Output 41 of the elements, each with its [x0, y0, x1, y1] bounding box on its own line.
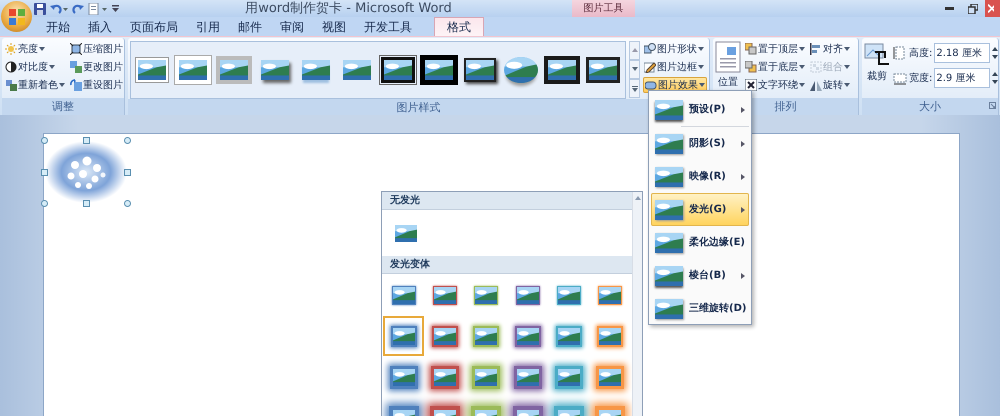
- field-label: 高度:: [909, 46, 932, 60]
- ribbon-button[interactable]: 亮度: [4, 41, 66, 57]
- ribbon-tab[interactable]: 开始: [36, 17, 80, 36]
- ribbon-tab[interactable]: 审阅: [270, 17, 314, 36]
- section-header: 发光变体: [382, 256, 632, 274]
- field-label: 宽度:: [909, 72, 932, 86]
- ribbon-tab[interactable]: 页面布局: [120, 17, 188, 36]
- ribbon-button[interactable]: 置于底层: [744, 59, 806, 75]
- ribbon-tab[interactable]: 邮件: [228, 17, 272, 36]
- group-label: 调整: [52, 100, 74, 113]
- ribbon-tab[interactable]: 开发工具: [354, 17, 422, 36]
- context-tab-label: 图片工具: [572, 0, 635, 17]
- group-label: 大小: [919, 100, 941, 113]
- section-header: 无发光: [382, 192, 632, 210]
- ribbon-button[interactable]: 更改图片: [69, 59, 124, 75]
- menu-item[interactable]: 三维旋转(D): [651, 292, 749, 325]
- ribbon-button[interactable]: 重设图片: [69, 77, 124, 93]
- window-title: 用word制作贺卡 - Microsoft Word: [244, 0, 453, 17]
- ribbon-tab[interactable]: 插入: [78, 17, 122, 36]
- ribbon-button[interactable]: 对齐: [809, 41, 856, 57]
- ribbon-button[interactable]: 图片形状: [643, 41, 707, 57]
- menu-item[interactable]: 预设(P): [651, 93, 749, 126]
- ribbon-button[interactable]: 置于顶层: [744, 41, 806, 57]
- number-field[interactable]: 2.18 厘米: [934, 43, 990, 63]
- ribbon-button[interactable]: 重新着色: [4, 77, 66, 93]
- menu-item[interactable]: 发光(G): [651, 193, 749, 226]
- menu-item[interactable]: 映像(R): [651, 160, 749, 193]
- ribbon-tab[interactable]: 格式: [434, 17, 484, 36]
- crop-button[interactable]: 裁剪: [864, 41, 890, 84]
- ribbon-button[interactable]: 图片边框: [643, 59, 707, 75]
- ribbon-button[interactable]: 对比度: [4, 59, 66, 75]
- menu-item[interactable]: 柔化边缘(E): [651, 226, 749, 259]
- ribbon-button[interactable]: 压缩图片: [69, 41, 124, 57]
- group-label: 排列: [774, 100, 796, 113]
- ribbon-tab[interactable]: 引用: [186, 17, 230, 36]
- ribbon-button[interactable]: 旋转: [809, 77, 856, 93]
- number-field[interactable]: 2.9 厘米: [934, 68, 990, 88]
- menu-item[interactable]: 棱台(B): [651, 259, 749, 292]
- ribbon-tab[interactable]: 视图: [312, 17, 356, 36]
- menu-item[interactable]: 阴影(S): [651, 127, 749, 160]
- group-label: 图片样式: [396, 101, 440, 114]
